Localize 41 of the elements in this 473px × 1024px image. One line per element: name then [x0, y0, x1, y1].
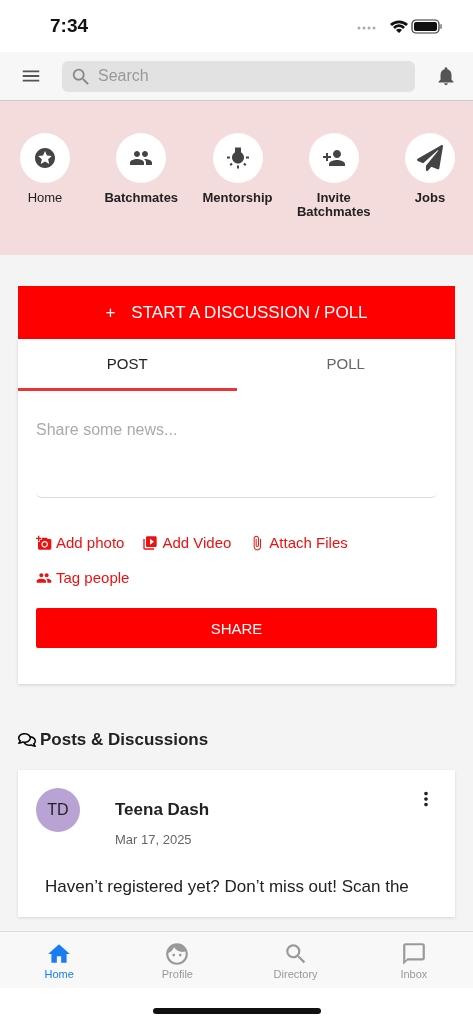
shortcut-label: Mentorship [202, 191, 273, 205]
paper-plane-icon [417, 145, 443, 171]
tab-bar-item[interactable]: Profile [118, 932, 237, 988]
face-icon [164, 940, 191, 967]
post-date: Mar 17, 2025 [115, 832, 193, 847]
video-icon [142, 534, 159, 551]
search-field[interactable]: Search [62, 60, 415, 92]
post-author: Teena Dash [115, 800, 211, 820]
shortcut-label: Home [27, 191, 63, 205]
tab-bar-item[interactable]: Inbox [354, 932, 473, 988]
camera-icon [36, 534, 52, 551]
composer-tab[interactable]: POLL [236, 339, 455, 391]
shortcut-button[interactable] [405, 133, 455, 183]
composer-tab[interactable]: POST [18, 339, 237, 391]
share-button[interactable]: SHARE [36, 608, 437, 648]
composer-action[interactable]: Tag people [36, 569, 130, 586]
shortcut-label: Jobs [414, 191, 446, 205]
comments-icon [18, 731, 36, 749]
star-icon [33, 146, 57, 170]
signal-icon [357, 26, 376, 30]
composer-action[interactable]: Add Video [142, 534, 232, 551]
post-text: Haven’t registered yet? Don’t miss out! Scan the [45, 877, 410, 897]
lightbulb-icon [225, 146, 250, 170]
avatar: TD [36, 788, 80, 832]
composer-action[interactable]: Add photo [36, 534, 125, 551]
status-time: 7:34 [50, 15, 89, 37]
shortcut-label: Invite Batchmates [296, 191, 371, 219]
composer-action[interactable]: Attach Files [249, 534, 348, 551]
shortcut-button[interactable] [212, 133, 263, 183]
wifi-icon [390, 20, 408, 33]
tab-bar-item[interactable]: Home [0, 932, 119, 988]
section-title: Posts & Discussions [40, 730, 209, 750]
tab-bar-item[interactable]: Directory [236, 932, 355, 988]
start-discussion-button[interactable]: + START A DISCUSSION / POLL [18, 286, 455, 339]
shortcut-button[interactable] [20, 133, 70, 183]
chat-icon [400, 940, 427, 967]
battery-icon [411, 19, 442, 34]
shortcut-button[interactable] [116, 133, 167, 183]
shortcut-button[interactable] [308, 133, 359, 183]
post-input[interactable]: Share some news... [36, 421, 437, 498]
shortcut-label: Batchmates [104, 191, 179, 205]
